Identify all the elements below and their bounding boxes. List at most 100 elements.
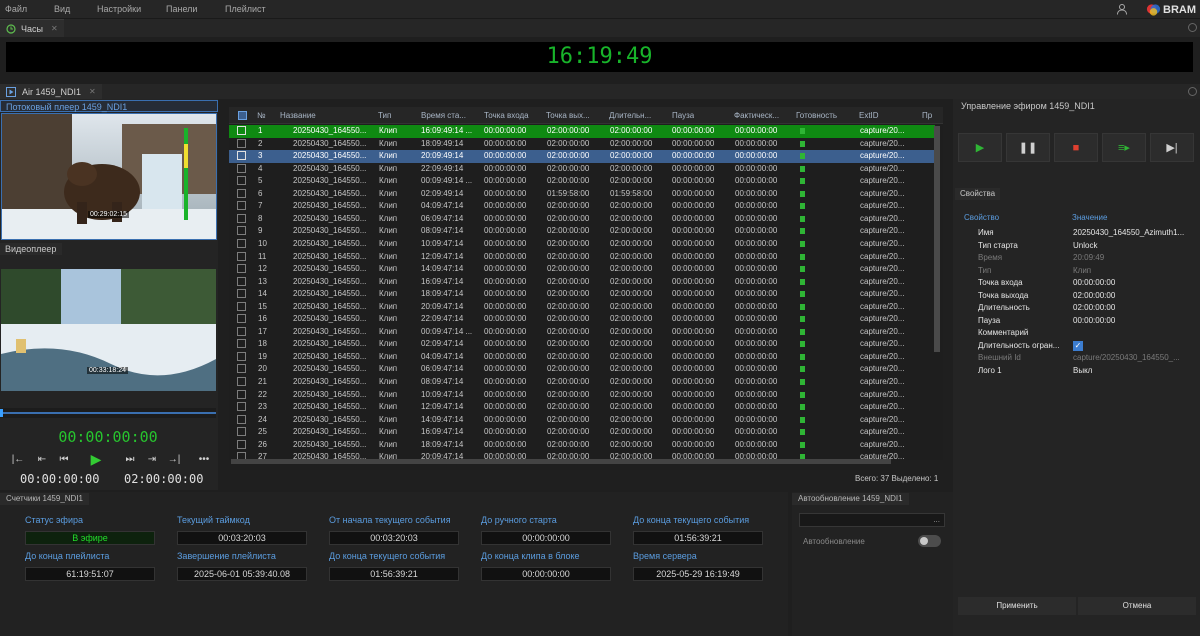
property-value[interactable]: 20250430_164550_Azimuth1...	[1073, 228, 1191, 237]
menu-settings[interactable]: Настройки	[97, 4, 141, 14]
table-row[interactable]: 25 20250430_164550... Клип 16:09:47:14 00:00…	[229, 426, 935, 439]
table-row[interactable]: 2 20250430_164550... Клип 18:09:49:14 00:00:…	[229, 138, 935, 151]
row-checkbox[interactable]	[237, 238, 246, 248]
table-row[interactable]: 4 20250430_164550... Клип 22:09:49:14 00:00:…	[229, 163, 935, 176]
menu-panels[interactable]: Панели	[166, 4, 197, 14]
property-value[interactable]: 02:00:00:00	[1073, 303, 1191, 312]
col-actual[interactable]: Фактическ...	[734, 111, 786, 120]
more-icon[interactable]: •••	[194, 450, 214, 468]
property-value[interactable]: Unlock	[1073, 241, 1191, 250]
row-checkbox[interactable]	[237, 439, 246, 449]
play-next-button[interactable]: ≡▸	[1102, 133, 1146, 162]
row-checkbox[interactable]	[237, 339, 246, 349]
col-number[interactable]: №	[257, 111, 266, 120]
pause-button[interactable]: ❚❚	[1006, 133, 1050, 162]
col-extra[interactable]: Пр	[922, 111, 932, 120]
table-row[interactable]: 10 20250430_164550... Клип 10:09:47:14 00:00…	[229, 238, 935, 251]
row-checkbox[interactable]	[237, 301, 246, 311]
col-type[interactable]: Тип	[378, 111, 391, 120]
row-checkbox[interactable]	[237, 126, 246, 135]
col-extid[interactable]: ExtID	[859, 111, 879, 120]
row-checkbox[interactable]	[237, 176, 246, 186]
property-value[interactable]: 02:00:00:00	[1073, 291, 1191, 300]
video-scrub-bar[interactable]	[0, 408, 216, 418]
table-row[interactable]: 1 20250430_164550... Клип 16:09:49:14 ... 00…	[229, 125, 935, 138]
row-checkbox[interactable]	[237, 364, 246, 374]
mark-out-icon[interactable]: →|	[164, 450, 184, 468]
table-row[interactable]: 26 20250430_164550... Клип 18:09:47:14 00:00…	[229, 439, 935, 452]
apply-button[interactable]: Применить	[958, 597, 1076, 615]
row-checkbox[interactable]	[237, 163, 246, 173]
table-row[interactable]: 12 20250430_164550... Клип 14:09:47:14 00:00…	[229, 263, 935, 276]
playlist-hscrollbar[interactable]	[231, 459, 891, 464]
user-icon[interactable]	[1116, 3, 1128, 15]
table-row[interactable]: 16 20250430_164550... Клип 22:09:47:14 00:00…	[229, 313, 935, 326]
table-row[interactable]: 22 20250430_164550... Клип 10:09:47:14 00:00…	[229, 389, 935, 402]
select-all-checkbox[interactable]	[238, 111, 247, 120]
table-row[interactable]: 6 20250430_164550... Клип 02:09:49:14 00:00:…	[229, 188, 935, 201]
play-icon[interactable]: ▶	[86, 450, 106, 468]
menu-file[interactable]: Файл	[5, 4, 27, 14]
go-end-icon[interactable]: ⏭	[120, 450, 140, 468]
stop-button[interactable]: ■	[1054, 133, 1098, 162]
table-row[interactable]: 20 20250430_164550... Клип 06:09:47:14 00:00…	[229, 363, 935, 376]
property-value[interactable]: 00:00:00:00	[1073, 316, 1191, 325]
col-in[interactable]: Точка входа	[484, 111, 529, 120]
row-checkbox[interactable]	[237, 226, 246, 236]
col-name[interactable]: Название	[280, 111, 316, 120]
row-checkbox[interactable]	[237, 251, 246, 261]
skip-button[interactable]: ▶|	[1150, 133, 1194, 162]
table-row[interactable]: 8 20250430_164550... Клип 06:09:47:14 00:00:…	[229, 213, 935, 226]
col-pause[interactable]: Пауза	[672, 111, 694, 120]
play-button[interactable]: ▶	[958, 133, 1002, 162]
video-player-video[interactable]: 00:33:18:24	[1, 269, 216, 391]
table-row[interactable]: 5 20250430_164550... Клип 00:09:49:14 ... 00…	[229, 175, 935, 188]
playlist-vscrollbar[interactable]	[934, 126, 940, 352]
step-back-icon[interactable]: ⇤	[32, 450, 52, 468]
menu-view[interactable]: Вид	[54, 4, 70, 14]
property-value[interactable]: 00:00:00:00	[1073, 278, 1191, 287]
row-checkbox[interactable]	[237, 389, 246, 399]
close-icon[interactable]: ✕	[51, 24, 58, 33]
tab-air[interactable]: Air 1459_NDI1 ✕	[0, 84, 102, 99]
table-row[interactable]: 9 20250430_164550... Клип 08:09:47:14 00:00:…	[229, 225, 935, 238]
table-row[interactable]: 15 20250430_164550... Клип 20:09:47:14 00:00…	[229, 301, 935, 314]
gear-icon[interactable]	[1188, 87, 1197, 96]
row-checkbox[interactable]	[237, 264, 246, 274]
property-value[interactable]: Клип	[1073, 266, 1191, 275]
col-out[interactable]: Точка вых...	[546, 111, 604, 120]
table-row[interactable]: 11 20250430_164550... Клип 12:09:47:14 00:00…	[229, 251, 935, 264]
gear-icon[interactable]	[1188, 23, 1197, 32]
row-checkbox[interactable]	[237, 201, 246, 211]
duration-limit-checkbox[interactable]: ✓	[1073, 340, 1083, 351]
stream-player-video[interactable]: 00:29:02:15	[1, 113, 217, 240]
col-duration[interactable]: Длительн...	[609, 111, 661, 120]
row-checkbox[interactable]	[237, 414, 246, 424]
col-ready[interactable]: Готовность	[796, 111, 837, 120]
table-row[interactable]: 24 20250430_164550... Клип 14:09:47:14 00:00…	[229, 414, 935, 427]
table-row[interactable]: 7 20250430_164550... Клип 04:09:47:14 00:00:…	[229, 200, 935, 213]
menu-playlist[interactable]: Плейлист	[225, 4, 266, 14]
property-value[interactable]: capture/20250430_164550_...	[1073, 353, 1191, 362]
row-checkbox[interactable]	[237, 188, 246, 198]
row-checkbox[interactable]	[237, 213, 246, 223]
table-row[interactable]: 3 20250430_164550... Клип 20:09:49:14 00:00:…	[229, 150, 935, 163]
tab-clock[interactable]: Часы ✕	[0, 19, 64, 37]
table-row[interactable]: 19 20250430_164550... Клип 04:09:47:14 00:00…	[229, 351, 935, 364]
table-row[interactable]: 17 20250430_164550... Клип 00:09:47:14 ... 0…	[229, 326, 935, 339]
table-row[interactable]: 14 20250430_164550... Клип 18:09:47:14 00:00…	[229, 288, 935, 301]
property-value[interactable]: Выкл	[1073, 366, 1191, 375]
row-checkbox[interactable]	[237, 314, 246, 324]
row-checkbox[interactable]	[237, 427, 246, 437]
autorefresh-toggle[interactable]	[918, 535, 941, 547]
table-row[interactable]: 23 20250430_164550... Клип 12:09:47:14 00:00…	[229, 401, 935, 414]
table-row[interactable]: 13 20250430_164550... Клип 16:09:47:14 00:00…	[229, 276, 935, 289]
row-checkbox[interactable]	[237, 351, 246, 361]
go-start-icon[interactable]: ⏮	[54, 450, 74, 468]
mark-in-icon[interactable]: |←	[8, 450, 28, 468]
step-forward-icon[interactable]: ⇥	[142, 450, 162, 468]
row-checkbox[interactable]	[237, 402, 246, 412]
cancel-button[interactable]: Отмена	[1078, 597, 1196, 615]
col-start[interactable]: Время ста...	[421, 111, 473, 120]
table-row[interactable]: 18 20250430_164550... Клип 02:09:47:14 00:00…	[229, 338, 935, 351]
